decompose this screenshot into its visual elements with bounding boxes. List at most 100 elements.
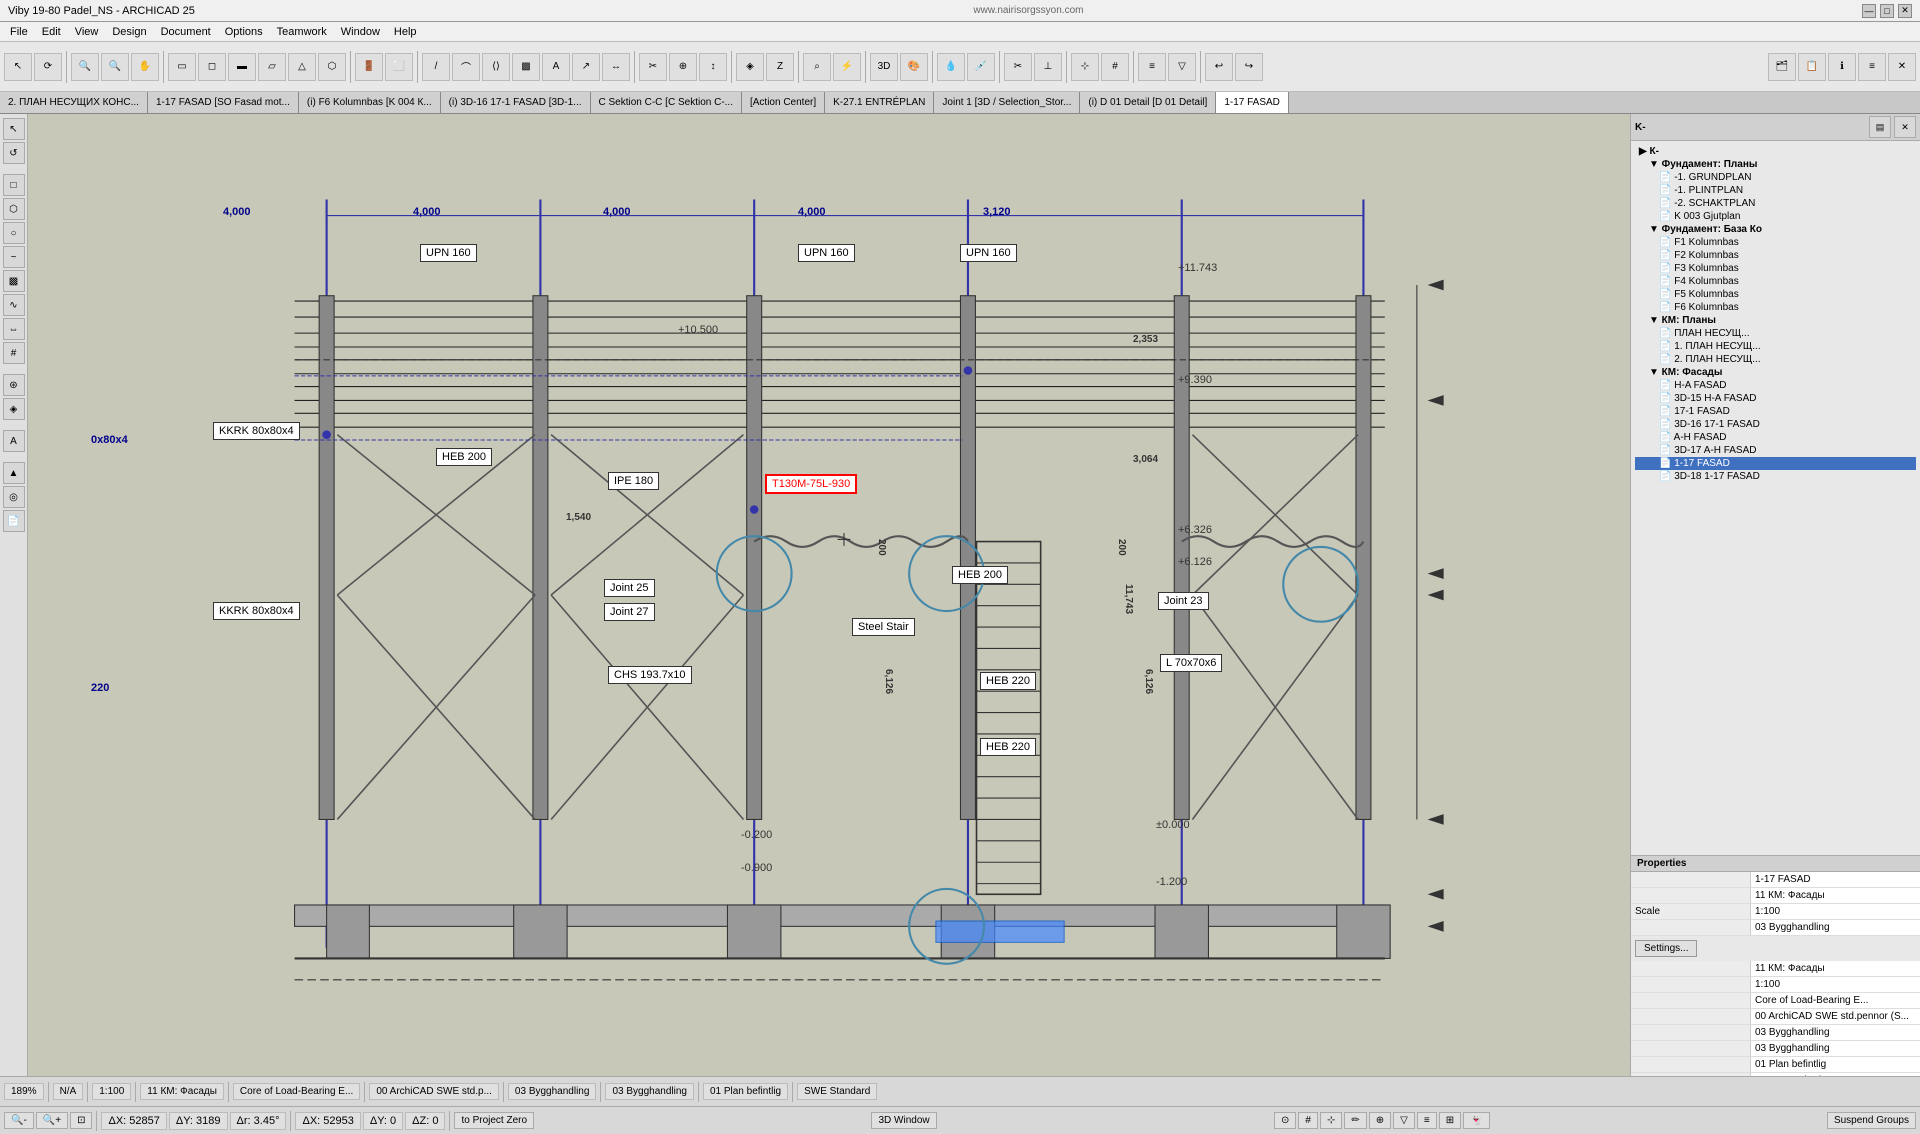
- viewpoint-button[interactable]: ⊙: [1274, 1112, 1296, 1129]
- label-kkrk-2[interactable]: KKRK 80x80x4: [213, 602, 300, 620]
- tree-f2[interactable]: 📄 F2 Kolumnbas: [1635, 249, 1916, 262]
- tree-schaktplan[interactable]: 📄 -2. SCHAKTPLAN: [1635, 197, 1916, 210]
- label-kkrk-1[interactable]: KKRK 80x80x4: [213, 422, 300, 440]
- arrow-left-tool[interactable]: ↖: [3, 118, 25, 140]
- settings-button[interactable]: Settings...: [1635, 940, 1697, 957]
- tree-f6[interactable]: 📄 F6 Kolumnbas: [1635, 301, 1916, 314]
- tree-ah-fasad[interactable]: 📄 A-H FASAD: [1635, 431, 1916, 444]
- layer-button2[interactable]: ≡: [1417, 1112, 1437, 1129]
- zoom-fit[interactable]: ⊡: [70, 1112, 92, 1129]
- dim-tool[interactable]: ↔: [602, 53, 630, 81]
- 3d-orbit[interactable]: ⊛: [3, 374, 25, 396]
- tree-3d17[interactable]: 📄 3D-17 A-H FASAD: [1635, 444, 1916, 457]
- rotate-left-tool[interactable]: ↺: [3, 142, 25, 164]
- label-t130m[interactable]: T130M-75L-930: [765, 474, 857, 494]
- label-heb200-2[interactable]: HEB 200: [952, 566, 1008, 584]
- column-tool[interactable]: ◻: [198, 53, 226, 81]
- tab-3d-16-17-1[interactable]: (i) 3D-16 17-1 FASAD [3D-1...: [441, 92, 591, 113]
- window-tool[interactable]: ⬜: [385, 53, 413, 81]
- line-tool[interactable]: /: [422, 53, 450, 81]
- viewpoint-panel[interactable]: ◎: [3, 486, 25, 508]
- tree-km-fasady[interactable]: ▼ КМ: Фасады: [1635, 366, 1916, 379]
- rectangle-tool[interactable]: □: [3, 174, 25, 196]
- label-tool[interactable]: ↗: [572, 53, 600, 81]
- tree-f1[interactable]: 📄 F1 Kolumnbas: [1635, 236, 1916, 249]
- beam-tool[interactable]: ▬: [228, 53, 256, 81]
- filter-button[interactable]: ▽: [1393, 1112, 1415, 1129]
- layer-filter[interactable]: ▽: [1168, 53, 1196, 81]
- tab-fasad-1-17[interactable]: 1-17 FASAD [SO Fasad mot...: [148, 92, 299, 113]
- organizer-button[interactable]: 📋: [1798, 53, 1826, 81]
- menu-help[interactable]: Help: [388, 24, 423, 40]
- tree-f5[interactable]: 📄 F5 Kolumnbas: [1635, 288, 1916, 301]
- navigator-button[interactable]: 🗂: [1768, 53, 1796, 81]
- section-mark[interactable]: A: [3, 430, 25, 452]
- spline-tool[interactable]: ∿: [3, 294, 25, 316]
- undo-button[interactable]: ↩: [1205, 53, 1233, 81]
- tree-grundplan[interactable]: 📄 -1. GRUNDPLAN: [1635, 171, 1916, 184]
- menu-window[interactable]: Window: [335, 24, 386, 40]
- label-ipe180[interactable]: IPE 180: [608, 472, 659, 490]
- tab-k27-entreplan[interactable]: K-27.1 ENTRÉPLAN: [825, 92, 934, 113]
- 3d-button[interactable]: 3D: [870, 53, 898, 81]
- tab-sektion-cc[interactable]: C Sektion C-C [C Sektion C-...: [591, 92, 742, 113]
- tree-17-1-fasad[interactable]: 📄 17-1 FASAD: [1635, 405, 1916, 418]
- redo-button[interactable]: ↪: [1235, 53, 1263, 81]
- circle-tool[interactable]: ○: [3, 222, 25, 244]
- trim-tool[interactable]: ✂: [1004, 53, 1032, 81]
- zoom-icons2[interactable]: 🔍+: [36, 1112, 68, 1129]
- tree-ha-fasad[interactable]: 📄 H-A FASAD: [1635, 379, 1916, 392]
- navigator-close-btn[interactable]: ✕: [1894, 116, 1916, 138]
- ghost-button[interactable]: 👻: [1463, 1112, 1489, 1129]
- label-l70x70x6[interactable]: L 70x70x6: [1160, 654, 1222, 672]
- menu-file[interactable]: File: [4, 24, 34, 40]
- label-heb220-2[interactable]: HEB 220: [980, 738, 1036, 756]
- detail-tool[interactable]: ⊕: [669, 53, 697, 81]
- tree-plan2[interactable]: 📄 1. ПЛАН НЕСУЩ...: [1635, 340, 1916, 353]
- zoom-icons[interactable]: 🔍-: [4, 1112, 34, 1129]
- tree-plan1[interactable]: 📄 ПЛАН НЕСУЩ...: [1635, 327, 1916, 340]
- tree-plan3[interactable]: 📄 2. ПЛАН НЕСУЩ...: [1635, 353, 1916, 366]
- menu-options[interactable]: Options: [219, 24, 269, 40]
- elevation-tool[interactable]: ↕: [699, 53, 727, 81]
- snap-button[interactable]: ⊹: [1320, 1112, 1342, 1129]
- tree-3d18[interactable]: 📄 3D-18 1-17 FASAD: [1635, 470, 1916, 483]
- menu-edit[interactable]: Edit: [36, 24, 67, 40]
- tree-1-17-fasad[interactable]: 📄 1-17 FASAD: [1635, 457, 1916, 470]
- slab-tool[interactable]: ▱: [258, 53, 286, 81]
- tree-fundament-baza[interactable]: ▼ Фундамент: База Ко: [1635, 223, 1916, 236]
- polygon-tool[interactable]: ⬡: [3, 198, 25, 220]
- tab-d01-detail[interactable]: (i) D 01 Detail [D 01 Detail]: [1080, 92, 1216, 113]
- eyedropper-tool[interactable]: 💧: [937, 53, 965, 81]
- label-upn160-1[interactable]: UPN 160: [420, 244, 477, 262]
- tab-1-17-fasad[interactable]: 1-17 FASAD: [1216, 92, 1289, 113]
- zoom-out-tool[interactable]: 🔍: [101, 53, 129, 81]
- tree-root[interactable]: ▶ К-: [1635, 145, 1916, 158]
- project-zero-button[interactable]: to Project Zero: [454, 1112, 534, 1129]
- close-button[interactable]: ✕: [1898, 4, 1912, 18]
- tree-gjutplan[interactable]: 📄 K 003 Gjutplan: [1635, 210, 1916, 223]
- close-panel-button[interactable]: ✕: [1888, 53, 1916, 81]
- label-upn160-2[interactable]: UPN 160: [798, 244, 855, 262]
- document-panel[interactable]: 📄: [3, 510, 25, 532]
- tab-action-center[interactable]: [Action Center]: [742, 92, 825, 113]
- tree-3d16[interactable]: 📄 3D-16 17-1 FASAD: [1635, 418, 1916, 431]
- pan-tool[interactable]: ✋: [131, 53, 159, 81]
- section-tool[interactable]: ✂: [639, 53, 667, 81]
- inject-tool[interactable]: 💉: [967, 53, 995, 81]
- label-chs[interactable]: CHS 193.7x10: [608, 666, 692, 684]
- wall-tool[interactable]: ▭: [168, 53, 196, 81]
- tree-f3[interactable]: 📄 F3 Kolumnbas: [1635, 262, 1916, 275]
- minimize-button[interactable]: —: [1862, 4, 1876, 18]
- label-upn160-3[interactable]: UPN 160: [960, 244, 1017, 262]
- curve-tool[interactable]: ~: [3, 246, 25, 268]
- tree-km-plans[interactable]: ▼ КМ: Планы: [1635, 314, 1916, 327]
- tab-joint1[interactable]: Joint 1 [3D / Selection_Stor...: [934, 92, 1080, 113]
- label-steel-stair[interactable]: Steel Stair: [852, 618, 915, 636]
- tree-plintplan[interactable]: 📄 -1. PLINTPLAN: [1635, 184, 1916, 197]
- menu-view[interactable]: View: [69, 24, 105, 40]
- group-button[interactable]: ⊞: [1439, 1112, 1461, 1129]
- render-button[interactable]: 🎨: [900, 53, 928, 81]
- label-heb200-1[interactable]: HEB 200: [436, 448, 492, 466]
- label-joint25[interactable]: Joint 25: [604, 579, 655, 597]
